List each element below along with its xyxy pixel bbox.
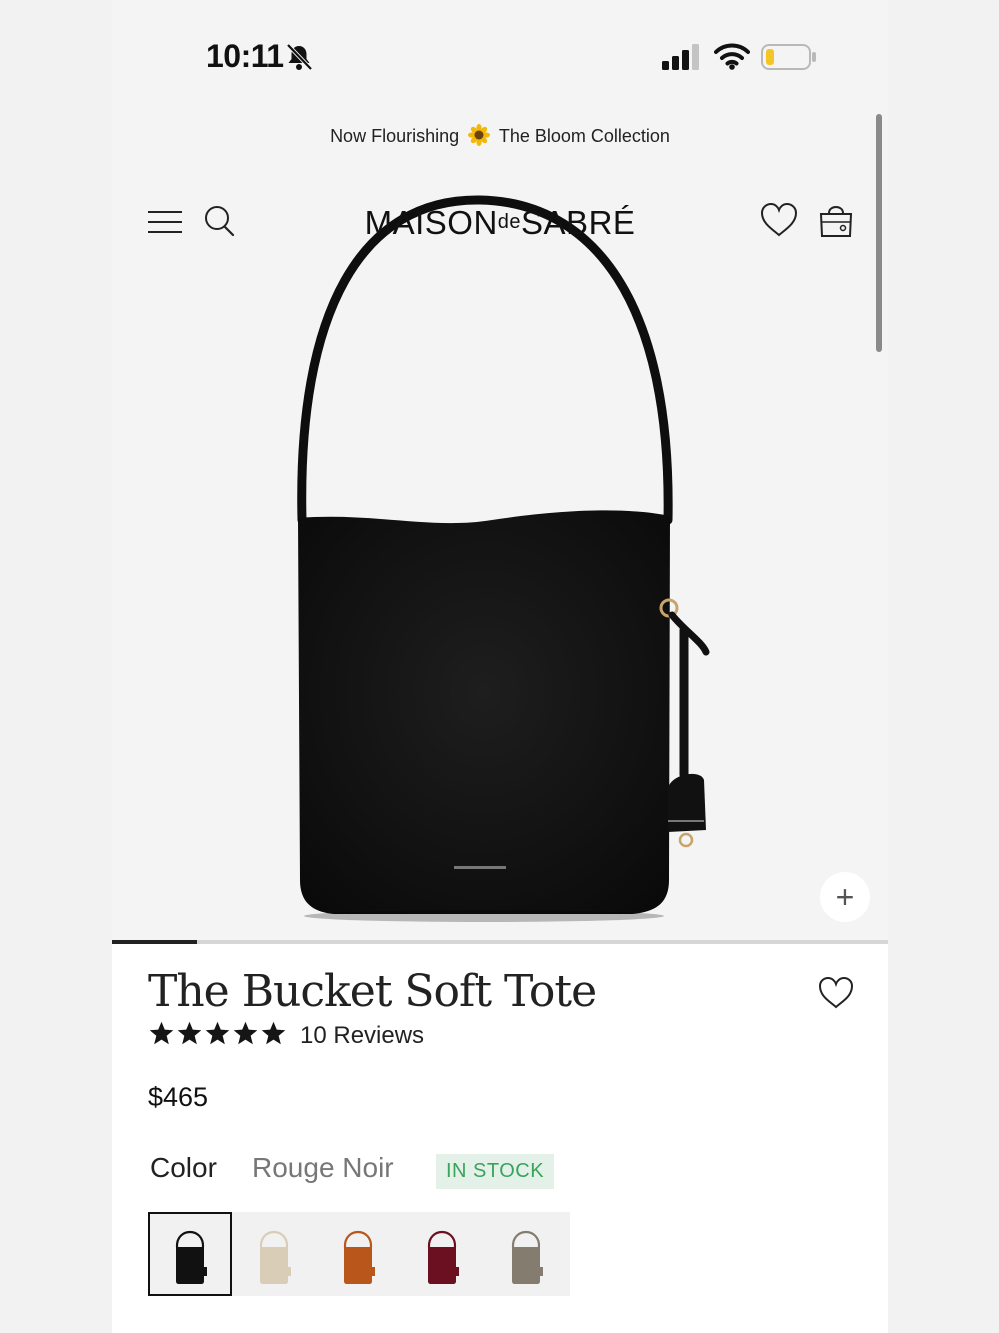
status-bar: 10:11 — [112, 0, 888, 110]
logo-de: de — [497, 211, 522, 233]
logo-maison: MAISON — [364, 204, 498, 241]
product-title: The Bucket Soft Tote — [148, 966, 597, 1017]
color-swatch[interactable] — [484, 1212, 568, 1296]
bag-thumbnail — [175, 1231, 207, 1284]
color-swatch[interactable] — [148, 1212, 232, 1296]
bag-thumbnail — [259, 1231, 291, 1284]
heart-icon[interactable] — [760, 202, 798, 238]
product-info: The Bucket Soft Tote 10 Reviews $465 Col… — [112, 944, 888, 1333]
bag-thumbnail — [343, 1231, 375, 1284]
bag-thumbnail — [427, 1231, 459, 1284]
top-navigation: MAISONdeSABRÉ — [112, 190, 888, 256]
app-screen: 10:11 Now Flourishing The Bloom Collecti… — [112, 0, 888, 1333]
signal-icon — [662, 44, 699, 70]
sunflower-icon — [468, 124, 491, 146]
promo-text-before: Now Flourishing — [330, 126, 460, 146]
bag-thumbnail — [511, 1231, 543, 1284]
shopping-bag-icon[interactable] — [818, 200, 854, 238]
color-swatches — [148, 1212, 570, 1296]
color-swatch[interactable] — [316, 1212, 400, 1296]
status-time: 10:11 — [206, 38, 284, 74]
product-image — [297, 195, 710, 922]
menu-icon[interactable] — [146, 208, 184, 236]
color-label: Color — [150, 1152, 217, 1183]
logo-sabre: SABRÉ — [521, 204, 636, 241]
wifi-icon — [714, 43, 750, 70]
page-scrollbar[interactable] — [876, 114, 882, 352]
product-price: $465 — [148, 1082, 209, 1112]
search-icon[interactable] — [204, 204, 236, 238]
color-swatch[interactable] — [400, 1212, 484, 1296]
star-icon — [205, 1021, 230, 1045]
star-icon — [261, 1021, 286, 1045]
stock-badge: IN STOCK — [436, 1154, 555, 1189]
wishlist-heart-icon[interactable] — [818, 976, 854, 1010]
star-icon — [233, 1021, 258, 1045]
rating-stars[interactable] — [148, 1020, 287, 1050]
battery-low-icon — [761, 44, 816, 70]
brand-logo[interactable]: MAISONdeSABRÉ — [312, 204, 688, 242]
bell-slash-icon — [286, 43, 313, 71]
promo-banner[interactable]: Now Flourishing The Bloom Collection — [112, 124, 888, 147]
product-image-gallery[interactable] — [112, 190, 888, 940]
reviews-link[interactable]: 10 Reviews — [300, 1022, 424, 1050]
star-icon — [177, 1021, 202, 1045]
color-value: Rouge Noir — [252, 1152, 394, 1183]
zoom-button[interactable]: + — [820, 872, 870, 922]
star-icon — [149, 1021, 174, 1045]
color-swatch[interactable] — [232, 1212, 316, 1296]
promo-text-after: The Bloom Collection — [498, 126, 670, 146]
